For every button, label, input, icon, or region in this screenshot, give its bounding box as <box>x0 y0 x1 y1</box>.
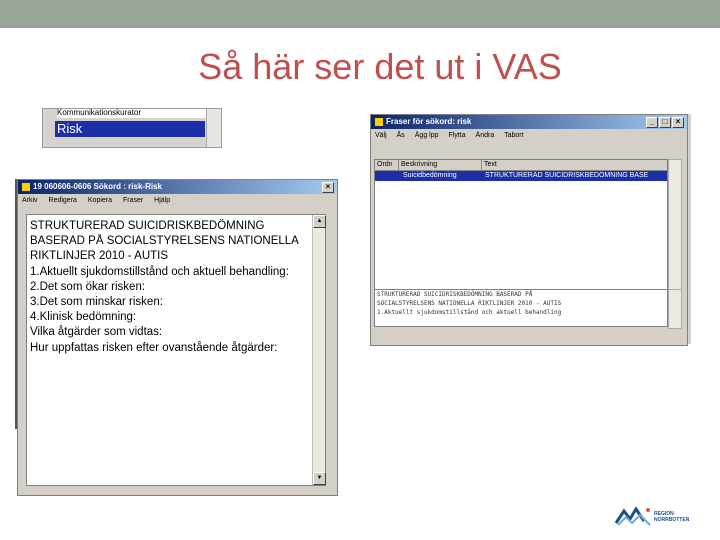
top-banner <box>0 0 720 28</box>
strip-scrollbar[interactable] <box>206 109 221 147</box>
text-line: 3.Det som minskar risken: <box>30 296 163 309</box>
text-line: 4.Klinisk bedömning: <box>30 311 137 324</box>
preview-line: SOCIALSTYRELSENS NATIONELLA RIKTLINJER 2… <box>377 300 562 307</box>
text-line: BASERAD PÅ SOCIALSTYRELSENS NATIONELLA <box>30 235 299 248</box>
menu-redigera[interactable]: Redigera <box>49 197 77 204</box>
strip-top-item[interactable]: Kommunikationskurator <box>57 109 207 118</box>
journal-menubar: Arkiv Redigera Kopiera Fraser Hjälp <box>18 194 337 207</box>
strip-selected-item[interactable]: Risk <box>55 121 205 137</box>
col-ordn[interactable]: Ordn <box>375 160 399 170</box>
journal-scrollbar[interactable]: ▲ ▼ <box>312 215 326 485</box>
menu-tabort[interactable]: Tabort <box>504 132 523 139</box>
text-line: Hur uppfattas risken efter ovanstående å… <box>30 341 278 354</box>
menu-andra[interactable]: Ändra <box>476 132 495 139</box>
phrases-menubar: Välj Ås Ägg lpp Flytta Ändra Tabort <box>371 129 687 142</box>
cell-text: STRUKTURERAD SUICIDRISKBEDÖMNING BASE <box>485 172 649 179</box>
menu-as[interactable]: Ås <box>397 132 405 139</box>
journal-title: 19 060606-0606 Sökord : risk-Risk <box>33 182 162 191</box>
maximize-icon[interactable]: □ <box>659 117 671 128</box>
phrase-preview[interactable]: STRUKTURERAD SUICIDRISKBEDÖMNING BASERAD… <box>374 289 668 327</box>
close-icon[interactable]: × <box>672 117 684 128</box>
phrases-title: Fraser för sökord: risk <box>386 117 472 126</box>
slide-title: Så här ser det ut i VAS <box>198 46 562 87</box>
cell-beskrivning: Suicidbedömning <box>403 172 457 179</box>
text-line: RIKTLINJER 2010 - AUTIS <box>30 250 169 263</box>
col-beskrivning[interactable]: Beskrivning <box>399 160 482 170</box>
menu-hjalp[interactable]: Hjälp <box>154 197 170 204</box>
minimize-icon[interactable]: _ <box>646 117 658 128</box>
menu-valj[interactable]: Välj <box>375 132 387 139</box>
risk-list-strip: Kommunikationskurator Risk <box>42 108 222 148</box>
table-scrollbar[interactable] <box>668 159 682 301</box>
window-edge <box>688 114 691 344</box>
logo-line-2: NORRBOTTEN <box>654 517 690 523</box>
phrases-titlebar[interactable]: Fraser för sökord: risk _ □ × <box>371 115 687 129</box>
region-norrbotten-logo: REGION NORRBOTTEN <box>614 505 694 527</box>
app-icon <box>22 182 30 191</box>
text-line: STRUKTURERAD SUICIDRISKBEDÖMNING <box>30 220 265 232</box>
col-text[interactable]: Text <box>482 160 667 170</box>
phrases-window: Fraser för sökord: risk _ □ × Välj Ås Äg… <box>370 114 688 346</box>
scroll-down-icon[interactable]: ▼ <box>313 472 326 485</box>
menu-kopiera[interactable]: Kopiera <box>88 197 112 204</box>
app-icon <box>375 117 383 126</box>
text-line: 2.Det som ökar risken: <box>30 280 146 293</box>
journal-titlebar[interactable]: 19 060606-0606 Sökord : risk-Risk × <box>18 180 337 194</box>
menu-agg-lpp[interactable]: Ägg lpp <box>415 132 439 139</box>
menu-arkiv[interactable]: Arkiv <box>22 197 38 204</box>
journal-text-area[interactable]: STRUKTURERAD SUICIDRISKBEDÖMNING BASERAD… <box>26 214 326 486</box>
menu-fraser[interactable]: Fraser <box>123 197 143 204</box>
menu-flytta[interactable]: Flytta <box>448 132 465 139</box>
table-header: Ordn Beskrivning Text <box>375 160 667 171</box>
close-icon[interactable]: × <box>322 182 334 193</box>
scroll-up-icon[interactable]: ▲ <box>313 215 326 228</box>
journal-window: 19 060606-0606 Sökord : risk-Risk × Arki… <box>17 179 338 496</box>
preview-scrollbar[interactable] <box>668 289 682 329</box>
text-line: Vilka åtgärder som vidtas: <box>30 326 163 339</box>
table-row[interactable]: Suicidbedömning STRUKTURERAD SUICIDRISKB… <box>375 171 667 181</box>
text-line: 1.Aktuellt sjukdomstillstånd och aktuell… <box>30 265 289 278</box>
logo-wave-icon <box>614 506 651 526</box>
phrases-table: Ordn Beskrivning Text Suicidbedömning ST… <box>374 159 668 301</box>
preview-line: 1.Aktuellt sjukdomstillstånd och aktuell… <box>377 309 562 316</box>
preview-line: STRUKTURERAD SUICIDRISKBEDÖMNING BASERAD… <box>377 291 533 298</box>
